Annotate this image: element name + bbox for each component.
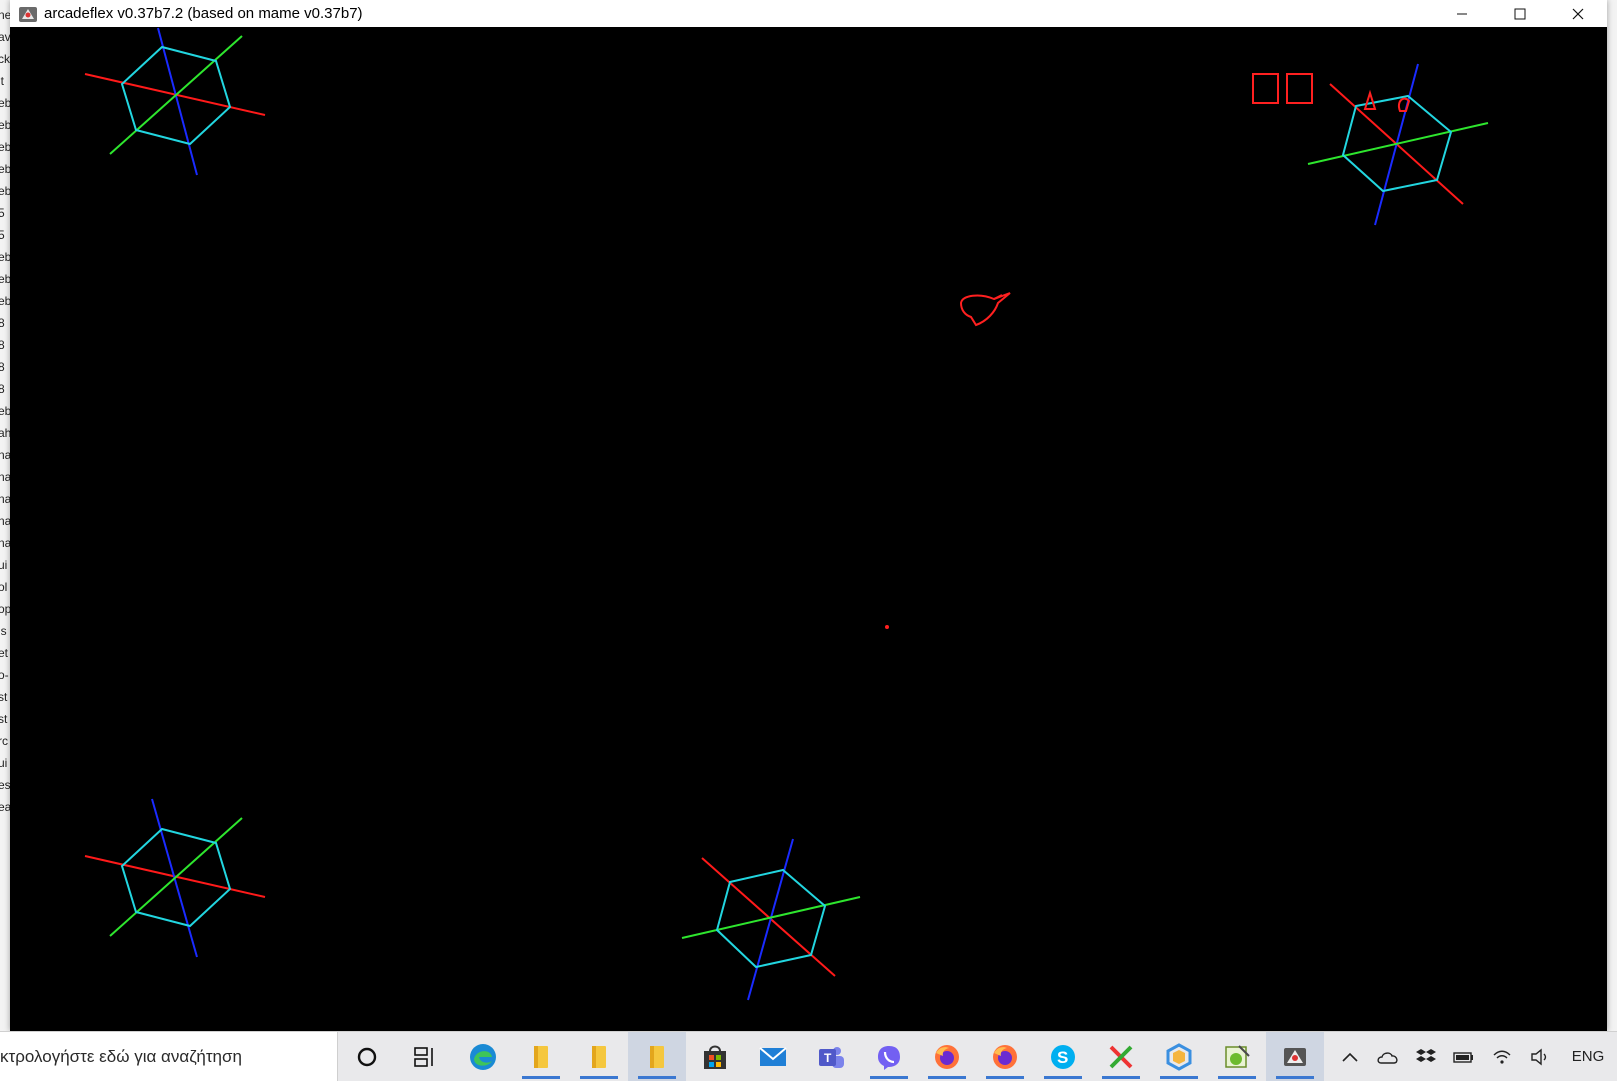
taskbar-app-explorer-1[interactable] [512, 1032, 570, 1081]
file-explorer-icon [534, 1045, 548, 1068]
microsoft-store-icon [704, 1045, 726, 1069]
minimize-button[interactable] [1433, 0, 1491, 27]
windows-taskbar: κτρολογήστε εδώ για αναζήτηση T S ENG [0, 1031, 1617, 1081]
taskbar-app-notepad[interactable] [1208, 1032, 1266, 1081]
life-box [1286, 73, 1313, 104]
firefox-icon [993, 1044, 1017, 1069]
onedrive-cloud-icon [1377, 1051, 1398, 1064]
title-bar[interactable]: arcadeflex v0.37b7.2 (based on mame v0.3… [10, 0, 1607, 27]
volume-button[interactable] [1521, 1032, 1559, 1081]
cortana-circle-icon [357, 1047, 377, 1066]
game-screen[interactable] [10, 27, 1607, 1031]
background-text-fragment: ui [0, 558, 8, 572]
background-text-fragment: 8 [0, 382, 5, 396]
system-tray: ENG [1331, 1032, 1617, 1081]
show-hidden-icons-button[interactable] [1331, 1032, 1369, 1081]
wifi-icon [1493, 1050, 1511, 1064]
battery-icon [1453, 1051, 1473, 1063]
player-ship [959, 292, 1011, 327]
language-indicator[interactable]: ENG [1559, 1032, 1617, 1081]
hexagon-shape-top-left [84, 27, 266, 176]
lives-indicator [1252, 73, 1313, 104]
taskbar-app-edge[interactable] [454, 1032, 512, 1081]
taskbar-app-viber[interactable] [860, 1032, 918, 1081]
hexagon-shape-bottom-center [681, 838, 861, 1001]
xampp-icon [1109, 1045, 1133, 1068]
background-text-fragment: st [0, 690, 8, 704]
java-app-icon [19, 6, 37, 22]
background-text-fragment: st [0, 712, 8, 726]
background-window-sliver-right [1606, 0, 1617, 1031]
window-title: arcadeflex v0.37b7.2 (based on mame v0.3… [44, 5, 363, 22]
taskbar-app-explorer-3[interactable] [628, 1032, 686, 1081]
taskbar-app-firefox-2[interactable] [976, 1032, 1034, 1081]
background-text-fragment: 8 [0, 338, 5, 352]
taskbar-app-hexagon[interactable] [1150, 1032, 1208, 1081]
bullet [885, 625, 889, 629]
chevron-up-icon [1342, 1052, 1358, 1062]
file-explorer-icon [650, 1045, 664, 1068]
background-text-fragment: 8 [0, 316, 5, 330]
teams-icon: T [819, 1046, 844, 1068]
taskbar-search-box[interactable]: κτρολογήστε εδώ για αναζήτηση [0, 1032, 338, 1081]
wifi-button[interactable] [1483, 1032, 1521, 1081]
background-text-fragment: 5 [0, 206, 5, 220]
background-text-fragment: et [0, 646, 9, 660]
taskbar-app-firefox-1[interactable] [918, 1032, 976, 1081]
battery-button[interactable] [1445, 1032, 1483, 1081]
svg-text:S: S [1057, 1048, 1068, 1067]
background-text-fragment: 8 [0, 360, 5, 374]
taskbar-app-xampp[interactable] [1092, 1032, 1150, 1081]
hexagon-app-icon [1166, 1042, 1192, 1071]
firefox-icon [935, 1044, 959, 1069]
maximize-icon [1514, 8, 1526, 19]
background-text-fragment: is [0, 624, 7, 638]
cortana-button[interactable] [338, 1032, 396, 1081]
notepad-frog-icon [1225, 1044, 1250, 1068]
background-text-fragment: ol [0, 580, 8, 594]
background-text-fragment: rc [0, 734, 8, 748]
taskbar-app-store[interactable] [686, 1032, 744, 1081]
background-text-fragment: o- [0, 668, 9, 682]
search-placeholder: κτρολογήστε εδώ για αναζήτηση [0, 1046, 242, 1066]
background-text-fragment: ck [0, 52, 10, 66]
dropbox-button[interactable] [1407, 1032, 1445, 1081]
taskbar-app-java[interactable] [1266, 1032, 1324, 1081]
onedrive-button[interactable] [1369, 1032, 1407, 1081]
background-text-fragment: lt [0, 74, 4, 88]
maximize-button[interactable] [1491, 0, 1549, 27]
dropbox-icon [1416, 1048, 1436, 1062]
hexagon-shape-top-right [1307, 63, 1489, 226]
task-view-button[interactable] [396, 1032, 454, 1081]
taskbar-app-explorer-2[interactable] [570, 1032, 628, 1081]
arcadeflex-window: arcadeflex v0.37b7.2 (based on mame v0.3… [10, 0, 1607, 1031]
mail-icon [759, 1046, 787, 1066]
volume-icon [1531, 1048, 1547, 1065]
taskbar-app-teams[interactable]: T [802, 1032, 860, 1081]
close-icon [1572, 8, 1584, 19]
background-text-fragment: 5 [0, 228, 5, 242]
viber-icon [878, 1045, 900, 1070]
skype-icon: S [1051, 1044, 1075, 1069]
svg-text:T: T [824, 1051, 832, 1065]
taskbar-app-skype[interactable]: S [1034, 1032, 1092, 1081]
taskbar-app-mail[interactable] [744, 1032, 802, 1081]
edge-browser-icon [470, 1043, 496, 1070]
life-box [1252, 73, 1279, 104]
java-app-icon [1284, 1047, 1306, 1066]
close-button[interactable] [1549, 0, 1607, 27]
minimize-icon [1457, 13, 1467, 14]
hexagon-shape-bottom-left [84, 798, 266, 958]
background-text-fragment: ui [0, 756, 8, 770]
file-explorer-icon [592, 1045, 606, 1068]
vector-display [84, 27, 1489, 1001]
task-view-icon [414, 1046, 433, 1067]
